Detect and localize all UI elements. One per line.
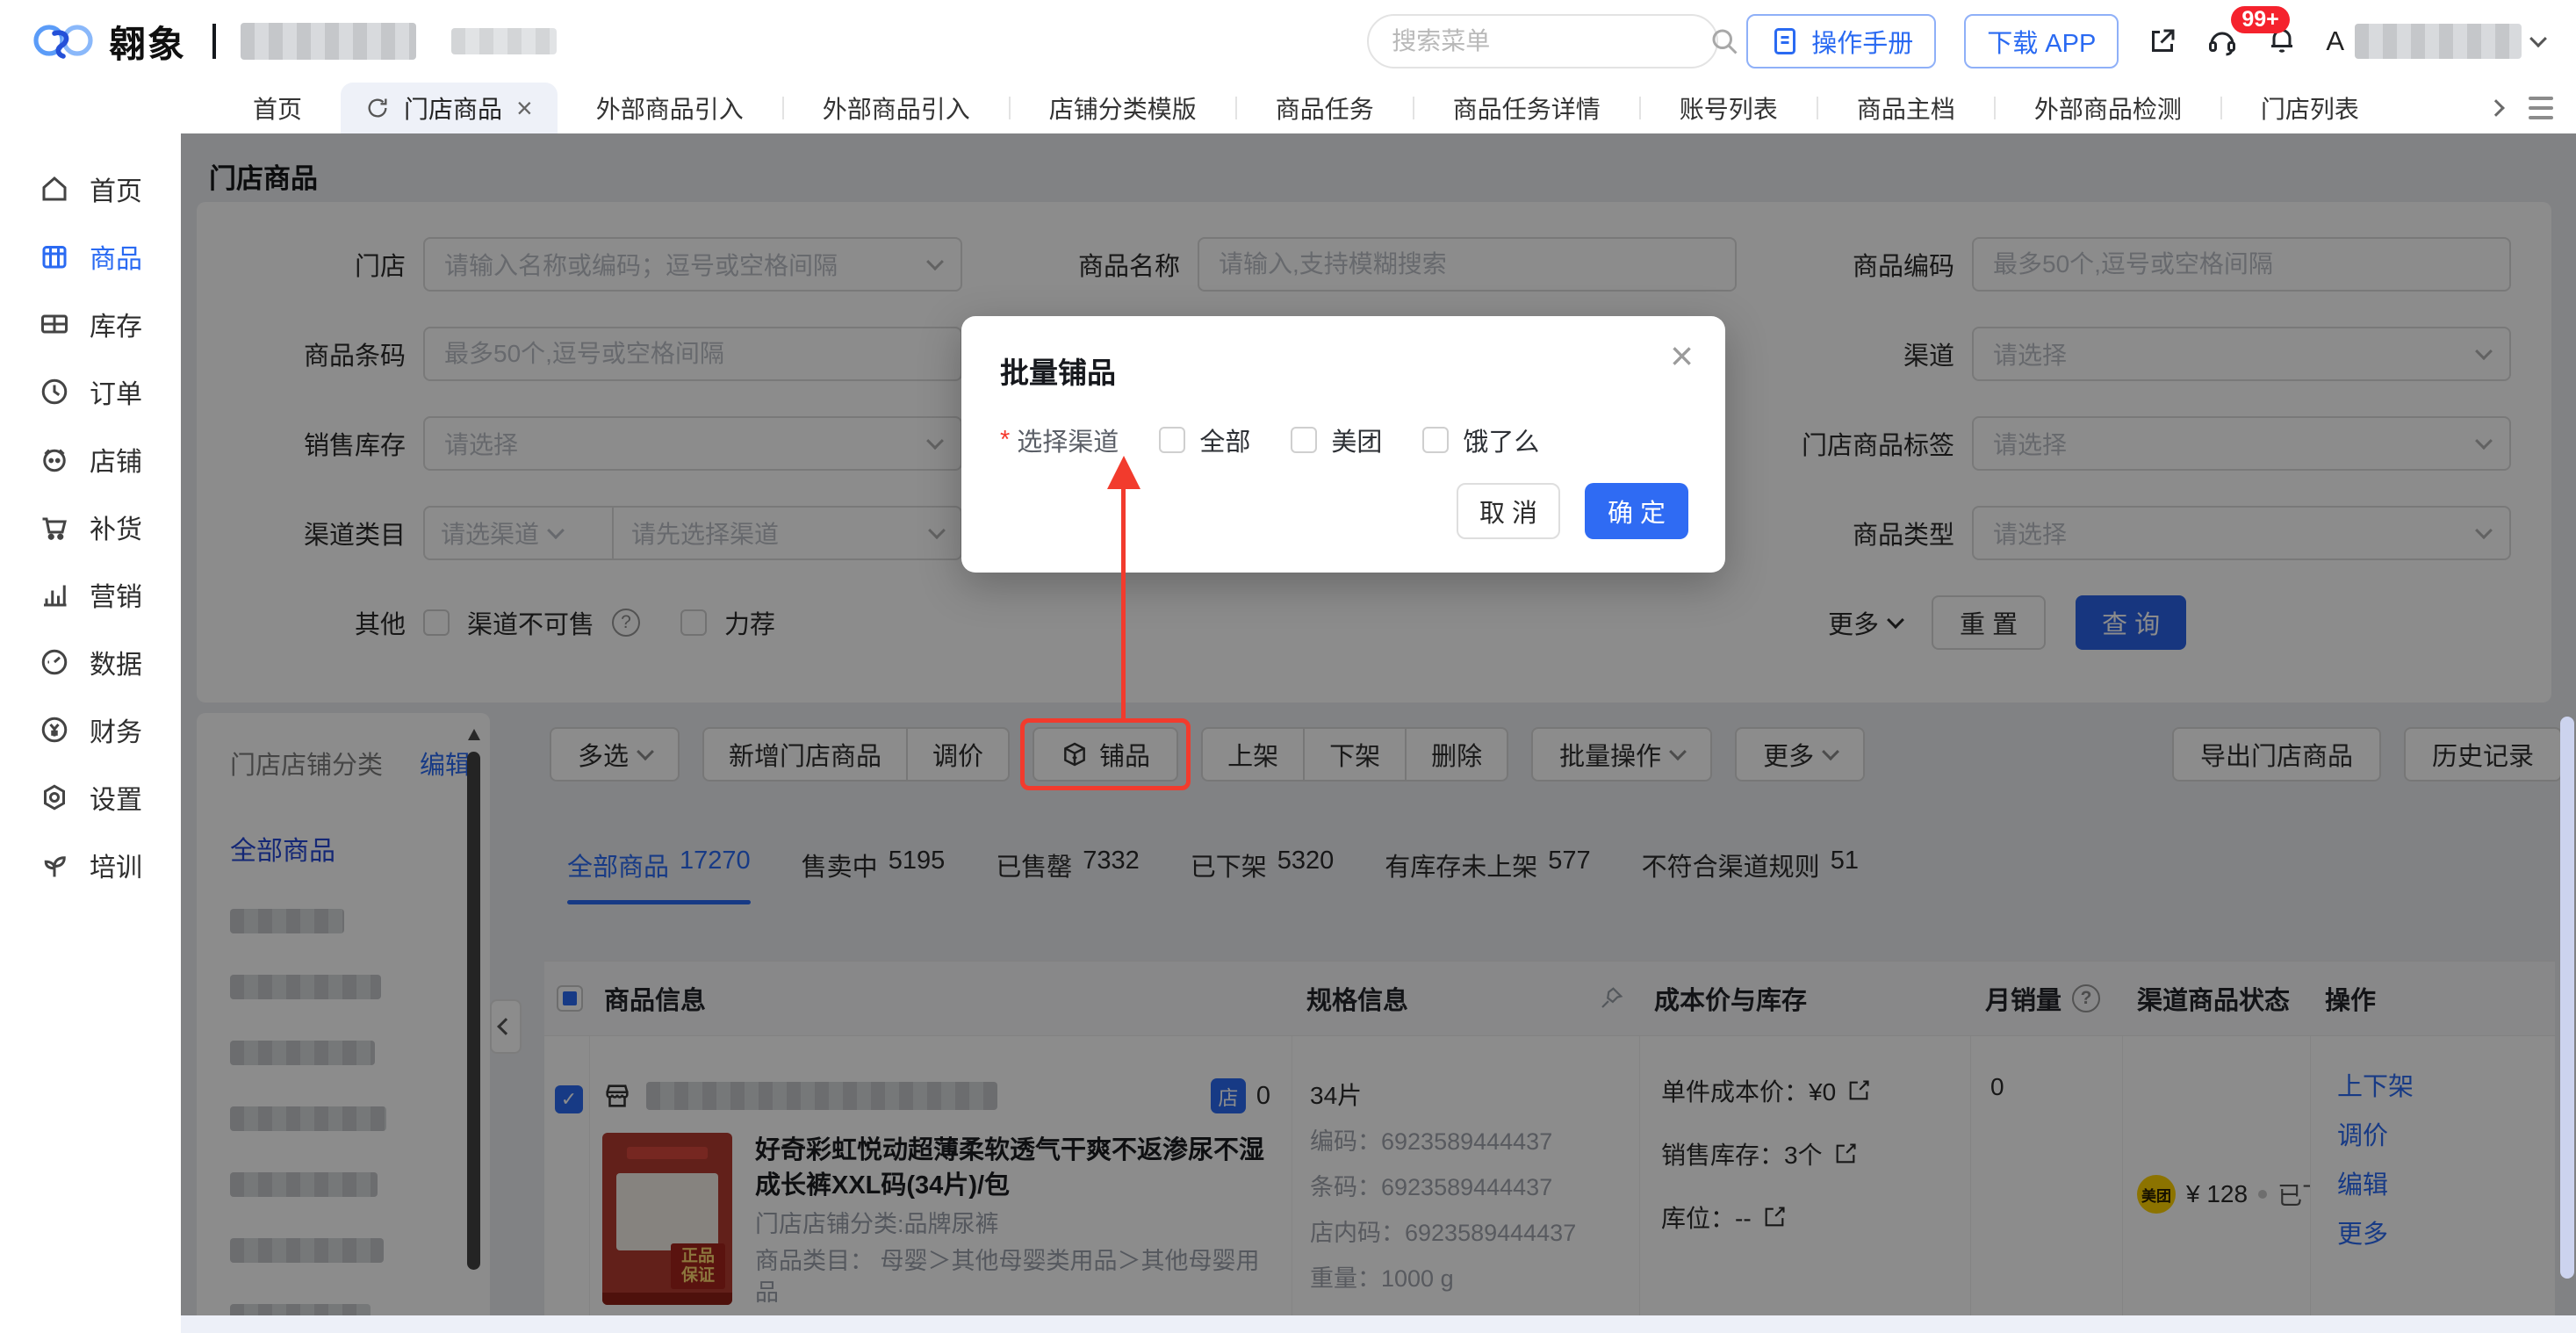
- elephant-logo-icon: [32, 19, 95, 63]
- modal-title: 批量铺品: [1000, 349, 1116, 392]
- confirm-button[interactable]: 确 定: [1585, 483, 1688, 539]
- content-area: 门店商品 门店 请输入名称或编码；逗号或空格间隔 商品名称 商品编码 商品条码 …: [181, 133, 2576, 1333]
- tab-external-import-1[interactable]: 外部商品引入: [558, 83, 782, 133]
- manual-button[interactable]: 操作手册: [1746, 14, 1936, 68]
- gear-icon: [39, 782, 70, 813]
- menu-search-input[interactable]: [1392, 27, 1709, 55]
- tab-account-list[interactable]: 账号列表: [1641, 83, 1817, 133]
- content-scrollbar[interactable]: [2560, 717, 2574, 1279]
- required-asterisk: *: [1000, 426, 1010, 455]
- sidebar-item-inventory[interactable]: 库存: [0, 290, 181, 357]
- channel-option-eleme[interactable]: 饿了么: [1422, 422, 1539, 458]
- channel-option-all[interactable]: 全部: [1159, 422, 1250, 458]
- sidebar-item-replenishment[interactable]: 补货: [0, 493, 181, 560]
- page-tabbar: 首页 门店商品 × 外部商品引入 外部商品引入 店铺分类模版 商品任务 商品任务…: [0, 83, 2576, 133]
- document-icon: [1769, 25, 1801, 57]
- gauge-icon: [39, 646, 70, 678]
- tab-shop-category-template[interactable]: 店铺分类模版: [1011, 83, 1235, 133]
- tab-external-product-check[interactable]: 外部商品检测: [1996, 83, 2220, 133]
- sidebar-item-goods[interactable]: 商品: [0, 222, 181, 290]
- redacted-subtitle: [451, 28, 557, 54]
- shop-icon: [39, 443, 70, 475]
- headset-icon[interactable]: [2206, 25, 2238, 57]
- sidebar-item-marketing[interactable]: 营销: [0, 560, 181, 628]
- tab-store-list[interactable]: 门店列表: [2222, 83, 2398, 133]
- brand-name: 翱象: [109, 15, 186, 68]
- redacted-user-name: [2355, 24, 2522, 59]
- menu-search-box[interactable]: [1367, 14, 1718, 68]
- sidebar-item-finance[interactable]: 财务: [0, 695, 181, 763]
- sidebar-item-shops[interactable]: 店铺: [0, 425, 181, 493]
- goods-icon: [39, 241, 70, 272]
- divider: [212, 24, 216, 59]
- tabs-scroll-right-icon[interactable]: [2487, 99, 2505, 117]
- meituan-checkbox[interactable]: [1291, 427, 1317, 453]
- chevron-down-icon: [2529, 30, 2547, 47]
- close-icon[interactable]: ×: [1670, 335, 1694, 376]
- redacted-company-name: [241, 23, 416, 60]
- tabs-menu-icon[interactable]: [2529, 97, 2553, 119]
- user-menu[interactable]: A: [2326, 24, 2544, 59]
- home-icon: [39, 173, 70, 205]
- sidebar-item-home[interactable]: 首页: [0, 155, 181, 222]
- main-sidebar: 首页 商品 库存 订单 店铺 补货: [0, 133, 181, 1333]
- download-app-button[interactable]: 下载 APP: [1964, 14, 2119, 68]
- tab-product-master[interactable]: 商品主档: [1818, 83, 1994, 133]
- tab-store-products[interactable]: 门店商品 ×: [341, 83, 558, 133]
- app-window: 翱象 操作手册 下载 APP 99+ A: [0, 0, 2576, 1333]
- bar-chart-icon: [39, 579, 70, 610]
- modal-mask[interactable]: [181, 133, 2576, 1315]
- yen-circle-icon: [39, 714, 70, 746]
- notification-badge: 99+: [2231, 6, 2289, 33]
- all-checkbox[interactable]: [1159, 427, 1185, 453]
- eleme-checkbox[interactable]: [1422, 427, 1449, 453]
- close-icon[interactable]: ×: [516, 94, 533, 122]
- tab-external-import-2[interactable]: 外部商品引入: [784, 83, 1009, 133]
- cart-icon: [39, 511, 70, 543]
- cancel-button[interactable]: 取 消: [1457, 483, 1560, 539]
- external-link-icon[interactable]: [2147, 25, 2178, 57]
- tab-product-task[interactable]: 商品任务: [1237, 83, 1413, 133]
- search-icon[interactable]: [1709, 25, 1740, 57]
- brand-logo[interactable]: 翱象: [32, 15, 186, 68]
- tab-product-task-detail[interactable]: 商品任务详情: [1414, 83, 1639, 133]
- notifications[interactable]: 99+: [2266, 24, 2298, 60]
- sidebar-item-training[interactable]: 培训: [0, 831, 181, 898]
- refresh-icon[interactable]: [365, 96, 390, 120]
- sidebar-item-settings[interactable]: 设置: [0, 763, 181, 831]
- user-name-prefix: A: [2326, 25, 2344, 57]
- tab-home[interactable]: 首页: [214, 83, 341, 133]
- sprout-icon: [39, 849, 70, 881]
- top-header: 翱象 操作手册 下载 APP 99+ A: [0, 0, 2576, 83]
- sidebar-item-data[interactable]: 数据: [0, 628, 181, 695]
- modal-field-label: 选择渠道: [1017, 422, 1119, 458]
- clock-icon: [39, 376, 70, 407]
- channel-option-meituan[interactable]: 美团: [1291, 422, 1382, 458]
- sidebar-item-orders[interactable]: 订单: [0, 357, 181, 425]
- bottom-strip: [181, 1315, 2576, 1333]
- batch-distribute-modal: 批量铺品 × * 选择渠道 全部 美团 饿了么 取 消 确 定: [961, 316, 1725, 573]
- inventory-icon: [39, 308, 70, 340]
